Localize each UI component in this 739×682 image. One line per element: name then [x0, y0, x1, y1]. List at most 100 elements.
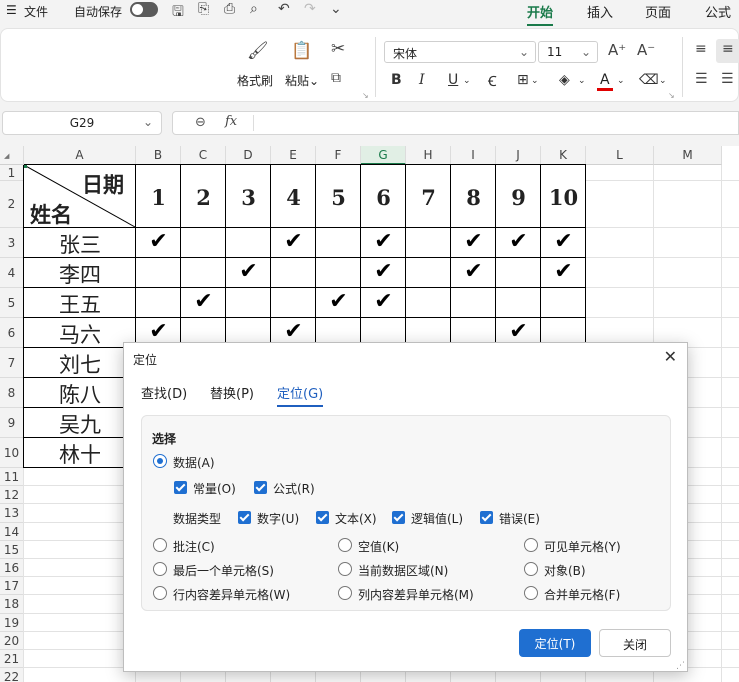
- chevron-down-icon[interactable]: ⌄: [659, 76, 667, 86]
- column-header-i[interactable]: I: [451, 146, 496, 165]
- row-header-15[interactable]: 15: [0, 540, 24, 559]
- print-preview-icon[interactable]: ⌕: [250, 1, 258, 17]
- objects-label[interactable]: 对象(B): [544, 562, 586, 579]
- align-top-icon[interactable]: ≡: [695, 41, 707, 57]
- undo-icon[interactable]: ↶: [278, 1, 290, 17]
- error-checkbox[interactable]: [480, 511, 493, 524]
- current-region-label[interactable]: 当前数据区域(N): [358, 562, 448, 579]
- align-center-icon[interactable]: ☰: [721, 71, 734, 87]
- column-header-m[interactable]: M: [654, 146, 722, 165]
- last-cell-radio[interactable]: [153, 562, 167, 576]
- current-region-radio[interactable]: [338, 562, 352, 576]
- tab-page[interactable]: 页面: [645, 2, 671, 21]
- hamburger-icon[interactable]: ☰: [6, 3, 17, 17]
- scissors-icon[interactable]: ✂: [331, 39, 345, 59]
- chevron-down-icon[interactable]: ⌄: [143, 115, 153, 129]
- paste-button[interactable]: 粘贴⌄: [285, 72, 319, 89]
- align-left-icon[interactable]: ☰: [695, 71, 708, 87]
- formulas-checkbox[interactable]: [254, 481, 267, 494]
- row-header-19[interactable]: 19: [0, 613, 24, 632]
- column-header-k[interactable]: K: [541, 146, 586, 165]
- row-header-20[interactable]: 20: [0, 631, 24, 650]
- font-color-icon[interactable]: A: [600, 72, 610, 88]
- last-cell-label[interactable]: 最后一个单元格(S): [173, 562, 274, 579]
- row-header-3[interactable]: 3: [0, 228, 24, 258]
- chevron-down-icon[interactable]: ⌄: [463, 76, 471, 86]
- formula-bar[interactable]: ⊖ fx: [172, 111, 739, 135]
- font-size-select[interactable]: 11 ⌄: [538, 41, 598, 63]
- row-header-9[interactable]: 9: [0, 408, 24, 438]
- underline-button[interactable]: U: [448, 72, 458, 88]
- data-radio[interactable]: [153, 454, 167, 468]
- row-header-6[interactable]: 6: [0, 318, 24, 348]
- zoom-icon[interactable]: ⊖: [195, 115, 206, 130]
- row-differences-radio[interactable]: [153, 586, 167, 600]
- column-header-e[interactable]: E: [271, 146, 316, 165]
- column-header-d[interactable]: D: [226, 146, 271, 165]
- row-differences-label[interactable]: 行内容差异单元格(W): [173, 586, 290, 603]
- row-header-13[interactable]: 13: [0, 504, 24, 523]
- row-header-22[interactable]: 22: [0, 668, 24, 682]
- text-label[interactable]: 文本(X): [335, 510, 377, 527]
- row-header-1[interactable]: 1: [0, 165, 24, 181]
- column-header-f[interactable]: F: [316, 146, 361, 165]
- format-painter-icon[interactable]: 🖌: [247, 41, 269, 61]
- column-header-g[interactable]: G: [361, 146, 406, 165]
- format-painter-button[interactable]: 格式刷: [237, 72, 273, 89]
- align-middle-button[interactable]: ≡: [716, 39, 739, 63]
- close-button[interactable]: 关闭: [599, 629, 671, 657]
- fx-icon[interactable]: fx: [225, 114, 237, 129]
- column-header-l[interactable]: L: [586, 146, 654, 165]
- comments-radio[interactable]: [153, 538, 167, 552]
- column-header-a[interactable]: A: [24, 146, 136, 165]
- column-header-c[interactable]: C: [181, 146, 226, 165]
- text-checkbox[interactable]: [316, 511, 329, 524]
- resize-grip-icon[interactable]: ⋰: [676, 661, 685, 671]
- name-box[interactable]: G29 ⌄: [2, 111, 162, 135]
- bold-button[interactable]: B: [391, 72, 402, 88]
- locate-button[interactable]: 定位(T): [519, 629, 591, 657]
- close-icon[interactable]: ✕: [664, 347, 677, 366]
- row-header-10[interactable]: 10: [0, 438, 24, 468]
- decrease-font-icon[interactable]: A⁻: [637, 41, 655, 59]
- italic-button[interactable]: I: [419, 72, 425, 88]
- fill-color-icon[interactable]: ◈: [559, 72, 570, 88]
- merged-cells-label[interactable]: 合并单元格(F): [544, 586, 620, 603]
- number-label[interactable]: 数字(U): [257, 510, 299, 527]
- constants-label[interactable]: 常量(O): [193, 480, 236, 497]
- objects-radio[interactable]: [524, 562, 538, 576]
- number-checkbox[interactable]: [238, 511, 251, 524]
- tab-goto[interactable]: 定位(G): [277, 383, 324, 407]
- eraser-icon[interactable]: ⌫: [639, 72, 659, 88]
- chevron-down-icon[interactable]: ⌄: [617, 76, 625, 86]
- copy-icon[interactable]: ⧉: [331, 70, 341, 86]
- column-header-h[interactable]: H: [406, 146, 451, 165]
- row-header-4[interactable]: 4: [0, 258, 24, 288]
- column-differences-label[interactable]: 列内容差异单元格(M): [358, 586, 474, 603]
- font-name-select[interactable]: 宋体 ⌄: [384, 41, 536, 63]
- logical-checkbox[interactable]: [392, 511, 405, 524]
- row-header-7[interactable]: 7: [0, 348, 24, 378]
- tab-find[interactable]: 查找(D): [141, 383, 187, 402]
- file-menu[interactable]: 文件: [24, 3, 48, 20]
- data-option-label[interactable]: 数据(A): [173, 454, 215, 471]
- print-icon[interactable]: ⎙: [224, 1, 235, 17]
- tab-home[interactable]: 开始: [527, 2, 554, 26]
- clipboard-icon[interactable]: 📋: [291, 41, 312, 61]
- column-header-b[interactable]: B: [136, 146, 181, 165]
- row-header-5[interactable]: 5: [0, 288, 24, 318]
- select-all-corner[interactable]: ◢: [0, 146, 24, 165]
- row-header-18[interactable]: 18: [0, 595, 24, 614]
- blanks-radio[interactable]: [338, 538, 352, 552]
- chevron-down-icon[interactable]: ⌄: [531, 76, 539, 86]
- row-header-17[interactable]: 17: [0, 577, 24, 596]
- share-icon[interactable]: ⎘: [198, 1, 209, 17]
- row-header-21[interactable]: 21: [0, 650, 24, 669]
- row-header-11[interactable]: 11: [0, 468, 24, 487]
- increase-font-icon[interactable]: A⁺: [608, 41, 626, 59]
- row-header-14[interactable]: 14: [0, 522, 24, 541]
- tab-insert[interactable]: 插入: [587, 2, 613, 21]
- save-icon[interactable]: 🖫: [172, 1, 184, 25]
- clipboard-expand-icon[interactable]: ↘: [362, 91, 369, 100]
- formulas-label[interactable]: 公式(R): [273, 480, 315, 497]
